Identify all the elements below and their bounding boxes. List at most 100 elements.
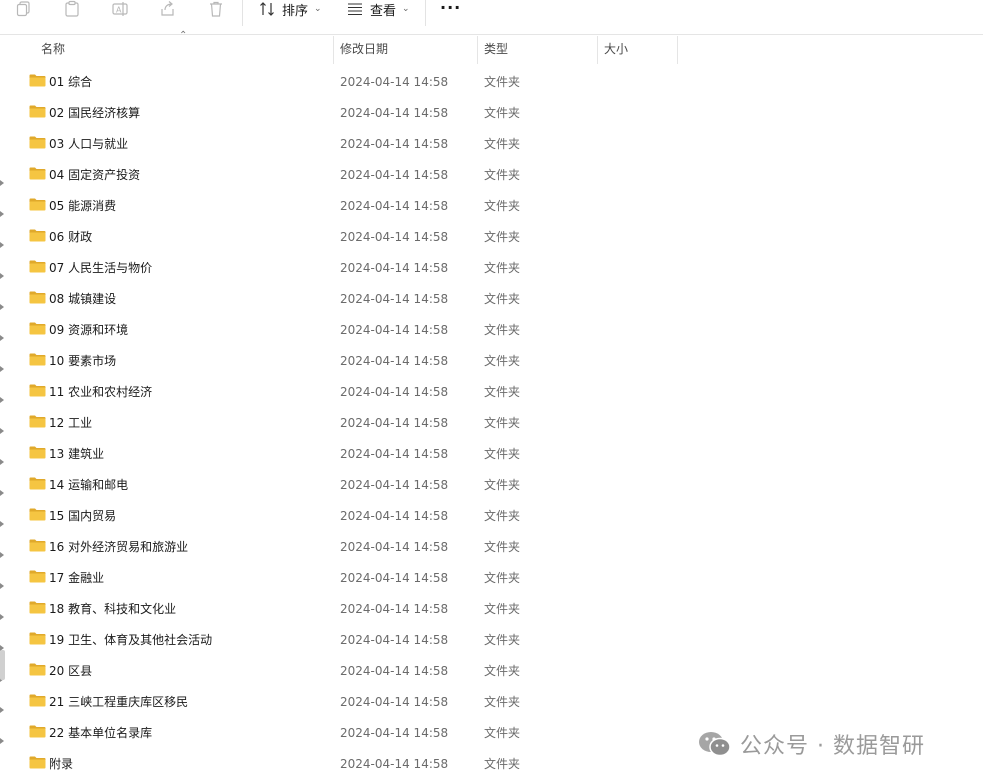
- column-header-modified[interactable]: 修改日期: [340, 36, 475, 64]
- file-row[interactable]: 19 卫生、体育及其他社会活动 2024-04-14 14:58 文件夹: [0, 625, 983, 656]
- view-label: 查看: [370, 3, 397, 19]
- nav-expand-arrow-icon[interactable]: [0, 490, 5, 496]
- nav-expand-arrow-icon[interactable]: [0, 273, 5, 279]
- chevron-down-icon: ⌄: [314, 4, 322, 14]
- file-name: 21 三峡工程重庆库区移民: [49, 695, 189, 709]
- nav-expand-arrow-icon[interactable]: [0, 459, 5, 465]
- file-type: 文件夹: [484, 664, 521, 678]
- file-row[interactable]: 17 金融业 2024-04-14 14:58 文件夹: [0, 563, 983, 594]
- file-row[interactable]: 10 要素市场 2024-04-14 14:58 文件夹: [0, 346, 983, 377]
- rename-icon[interactable]: A: [109, 0, 131, 18]
- file-name: 01 综合: [49, 75, 93, 89]
- paste-icon[interactable]: [61, 0, 83, 18]
- folder-icon: [29, 229, 46, 242]
- file-row[interactable]: 18 教育、科技和文化业 2024-04-14 14:58 文件夹: [0, 594, 983, 625]
- nav-expand-arrow-icon[interactable]: [0, 242, 5, 248]
- file-type: 文件夹: [484, 199, 521, 213]
- file-row[interactable]: 15 国内贸易 2024-04-14 14:58 文件夹: [0, 501, 983, 532]
- file-name: 10 要素市场: [49, 354, 117, 368]
- folder-icon: [29, 198, 46, 211]
- folder-icon: [29, 136, 46, 149]
- column-divider[interactable]: [333, 36, 334, 64]
- file-name: 14 运输和邮电: [49, 478, 129, 492]
- watermark-text: 公众号 · 数据智研: [740, 734, 925, 759]
- file-name: 附录: [49, 757, 74, 771]
- delete-icon[interactable]: [205, 0, 227, 18]
- file-modified-date: 2024-04-14 14:58: [340, 75, 449, 89]
- file-modified-date: 2024-04-14 14:58: [340, 354, 449, 368]
- column-divider[interactable]: [597, 36, 598, 64]
- file-row[interactable]: 20 区县 2024-04-14 14:58 文件夹: [0, 656, 983, 687]
- column-header-size[interactable]: 大小: [604, 36, 674, 64]
- file-type: 文件夹: [484, 571, 521, 585]
- column-header-type[interactable]: 类型: [484, 36, 594, 64]
- file-modified-date: 2024-04-14 14:58: [340, 540, 449, 554]
- nav-expand-arrow-icon[interactable]: [0, 211, 5, 217]
- column-divider[interactable]: [677, 36, 678, 64]
- file-name: 08 城镇建设: [49, 292, 117, 306]
- file-type: 文件夹: [484, 354, 521, 368]
- file-row[interactable]: 16 对外经济贸易和旅游业 2024-04-14 14:58 文件夹: [0, 532, 983, 563]
- nav-expand-arrow-icon[interactable]: [0, 180, 5, 186]
- more-options-button[interactable]: ···: [440, 0, 461, 16]
- nav-expand-arrow-icon[interactable]: [0, 583, 5, 589]
- file-name: 16 对外经济贸易和旅游业: [49, 540, 189, 554]
- file-type: 文件夹: [484, 478, 521, 492]
- nav-expand-arrow-icon[interactable]: [0, 521, 5, 527]
- file-row[interactable]: 04 固定资产投资 2024-04-14 14:58 文件夹: [0, 160, 983, 191]
- column-header-name[interactable]: 名称: [41, 36, 331, 64]
- file-modified-date: 2024-04-14 14:58: [340, 292, 449, 306]
- nav-expand-arrow-icon[interactable]: [0, 614, 5, 620]
- file-row[interactable]: 12 工业 2024-04-14 14:58 文件夹: [0, 408, 983, 439]
- view-button[interactable]: 查看 ⌄: [347, 0, 410, 19]
- file-modified-date: 2024-04-14 14:58: [340, 385, 449, 399]
- file-type: 文件夹: [484, 726, 521, 740]
- file-row[interactable]: 07 人民生活与物价 2024-04-14 14:58 文件夹: [0, 253, 983, 284]
- share-icon[interactable]: [157, 0, 179, 18]
- folder-icon: [29, 663, 46, 676]
- file-modified-date: 2024-04-14 14:58: [340, 571, 449, 585]
- file-row[interactable]: 01 综合 2024-04-14 14:58 文件夹: [0, 67, 983, 98]
- file-row[interactable]: 11 农业和农村经济 2024-04-14 14:58 文件夹: [0, 377, 983, 408]
- file-row[interactable]: 06 财政 2024-04-14 14:58 文件夹: [0, 222, 983, 253]
- sort-button[interactable]: 排序 ⌄: [259, 0, 322, 19]
- nav-expand-arrow-icon[interactable]: [0, 428, 5, 434]
- folder-icon: [29, 570, 46, 583]
- file-type: 文件夹: [484, 416, 521, 430]
- file-row[interactable]: 14 运输和邮电 2024-04-14 14:58 文件夹: [0, 470, 983, 501]
- sort-icon: [260, 2, 274, 16]
- file-type: 文件夹: [484, 633, 521, 647]
- file-modified-date: 2024-04-14 14:58: [340, 137, 449, 151]
- wechat-icon: [699, 732, 731, 757]
- file-type: 文件夹: [484, 757, 521, 771]
- file-row[interactable]: 03 人口与就业 2024-04-14 14:58 文件夹: [0, 129, 983, 160]
- file-row[interactable]: 13 建筑业 2024-04-14 14:58 文件夹: [0, 439, 983, 470]
- folder-icon: [29, 353, 46, 366]
- nav-expand-arrow-icon[interactable]: [0, 707, 5, 713]
- file-modified-date: 2024-04-14 14:58: [340, 447, 449, 461]
- column-divider[interactable]: [477, 36, 478, 64]
- file-row[interactable]: 08 城镇建设 2024-04-14 14:58 文件夹: [0, 284, 983, 315]
- nav-expand-arrow-icon[interactable]: [0, 552, 5, 558]
- file-row[interactable]: 05 能源消费 2024-04-14 14:58 文件夹: [0, 191, 983, 222]
- scrollbar-thumb[interactable]: [0, 650, 5, 680]
- column-header-row: ⌃ 名称 修改日期 类型 大小: [0, 30, 983, 64]
- file-type: 文件夹: [484, 230, 521, 244]
- nav-expand-arrow-icon[interactable]: [0, 397, 5, 403]
- nav-expand-arrow-icon[interactable]: [0, 366, 5, 372]
- file-modified-date: 2024-04-14 14:58: [340, 602, 449, 616]
- sort-label: 排序: [282, 3, 309, 19]
- copy-icon[interactable]: [13, 0, 35, 18]
- file-type: 文件夹: [484, 540, 521, 554]
- file-modified-date: 2024-04-14 14:58: [340, 416, 449, 430]
- file-modified-date: 2024-04-14 14:58: [340, 230, 449, 244]
- nav-expand-arrow-icon[interactable]: [0, 738, 5, 744]
- file-modified-date: 2024-04-14 14:58: [340, 199, 449, 213]
- nav-expand-arrow-icon[interactable]: [0, 304, 5, 310]
- toolbar-divider: [242, 0, 243, 26]
- file-list: 01 综合 2024-04-14 14:58 文件夹 02 国民经济核算 2024-04…: [0, 67, 983, 780]
- nav-expand-arrow-icon[interactable]: [0, 335, 5, 341]
- file-row[interactable]: 02 国民经济核算 2024-04-14 14:58 文件夹: [0, 98, 983, 129]
- file-row[interactable]: 09 资源和环境 2024-04-14 14:58 文件夹: [0, 315, 983, 346]
- file-row[interactable]: 21 三峡工程重庆库区移民 2024-04-14 14:58 文件夹: [0, 687, 983, 718]
